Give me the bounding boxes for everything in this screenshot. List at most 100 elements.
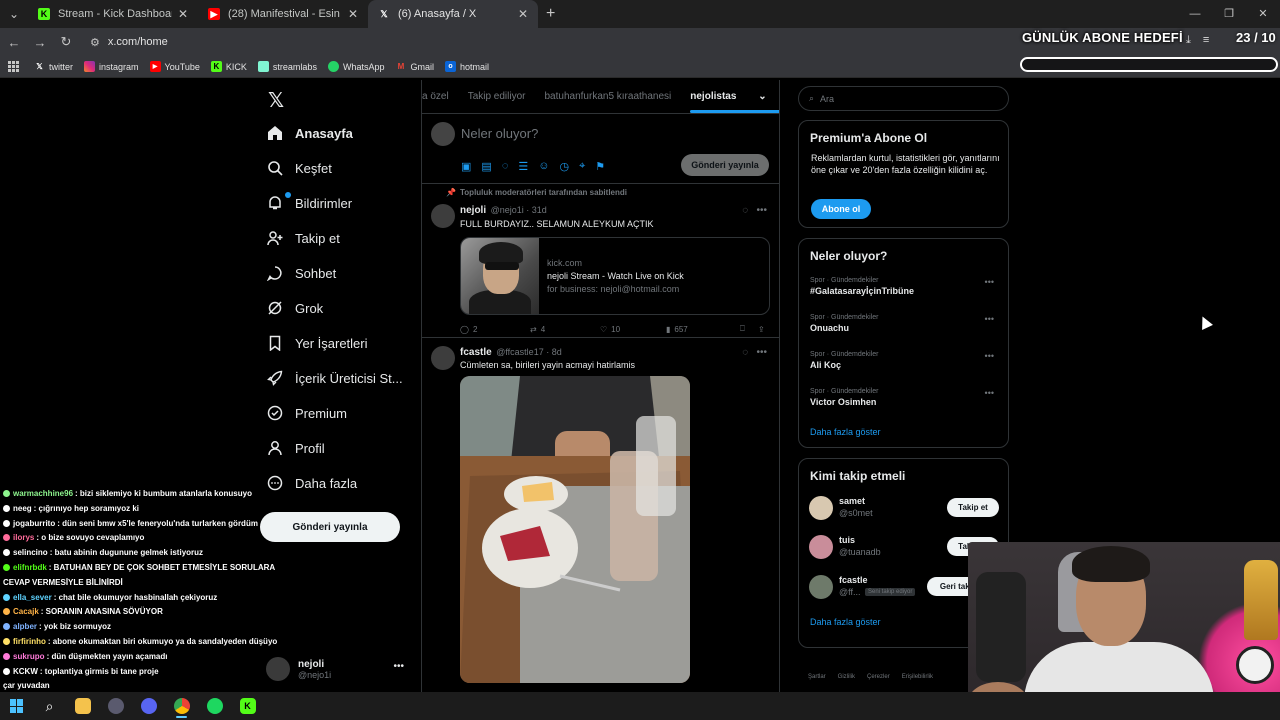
start-button[interactable] xyxy=(0,692,33,720)
tab-search-chevron-icon[interactable]: ⌄ xyxy=(0,0,28,28)
chat-username[interactable]: KCKW xyxy=(13,667,38,676)
tab-following[interactable]: Takip ediliyor xyxy=(468,91,526,102)
bookmark-twitter[interactable]: 𝕏twitter xyxy=(34,61,73,72)
flag-icon[interactable]: ⚑ xyxy=(595,160,605,173)
close-tab-icon[interactable]: ✕ xyxy=(178,7,188,21)
bookmark-hotmail[interactable]: o hotmail xyxy=(444,61,489,72)
location-icon[interactable]: ⌖ xyxy=(579,160,585,173)
address-bar[interactable]: ⚙ x.com/home xyxy=(84,31,984,53)
sidebar-item-notifications[interactable]: Bildirimler xyxy=(266,189,352,217)
chat-username[interactable]: Cacajk xyxy=(13,607,39,616)
taskbar-search[interactable]: ⌕ xyxy=(33,692,66,720)
composer-post-button[interactable]: Gönderi yayınla xyxy=(681,154,769,176)
close-window-icon[interactable]: ✕ xyxy=(1246,0,1280,28)
chat-username[interactable]: ella_sever xyxy=(13,593,52,602)
more-dots-icon[interactable]: ••• xyxy=(756,205,767,216)
bookmark-whatsapp[interactable]: WhatsApp xyxy=(327,61,384,72)
more-dots-icon[interactable]: ••• xyxy=(985,314,994,324)
bookmark-icon[interactable]: ⎕ xyxy=(740,324,758,334)
account-switcher[interactable]: nejoli @nejo1i ••• xyxy=(266,654,416,684)
site-info-icon[interactable]: ⚙ xyxy=(90,36,100,49)
more-dots-icon[interactable]: ••• xyxy=(985,388,994,398)
sidebar-item-home[interactable]: Anasayfa xyxy=(266,119,353,147)
tab-nejolistas[interactable]: nejolistas ⌄ xyxy=(690,91,779,113)
like-button[interactable]: ♡ 10 xyxy=(600,324,666,334)
post-button[interactable]: Gönderi yayınla xyxy=(260,512,400,542)
tweet[interactable]: fcastle @ffcastle17 · 8d ◌ ••• Cümleten … xyxy=(422,338,779,692)
tab-for-you[interactable]: a özel xyxy=(422,91,449,102)
more-dots-icon[interactable]: ••• xyxy=(756,347,767,358)
bookmark-streamlabs[interactable]: streamlabs xyxy=(257,61,317,72)
browser-tab-x[interactable]: 𝕏 (6) Anasayfa / X ✕ xyxy=(368,0,538,28)
follow-suggestion[interactable]: samet @s0met Takip et xyxy=(809,494,999,522)
reload-icon[interactable]: ↻ xyxy=(54,34,78,50)
tweet-pinned[interactable]: 📌 Topluluk moderatörleri tarafından sabi… xyxy=(422,184,779,338)
sidebar-item-chat[interactable]: Sohbet xyxy=(266,259,336,287)
tab-search-icon[interactable]: ≡ xyxy=(1203,34,1209,47)
taskbar-spotify[interactable] xyxy=(198,692,231,720)
download-icon[interactable]: ⤓ xyxy=(1186,34,1191,47)
sidebar-item-profile[interactable]: Profil xyxy=(266,434,325,462)
sidebar-item-grok[interactable]: Grok xyxy=(266,294,323,322)
bookmark-kick[interactable]: K KICK xyxy=(210,61,247,72)
views-button[interactable]: ▮ 657 xyxy=(666,324,740,334)
more-dots-icon[interactable]: ••• xyxy=(985,277,994,287)
browser-tab-kick[interactable]: K Stream - Kick Dashboard ✕ xyxy=(28,0,198,28)
sidebar-item-creator-studio[interactable]: İçerik Üreticisi St... xyxy=(266,364,403,392)
bookmark-instagram[interactable]: instagram xyxy=(84,61,139,72)
taskbar-discord[interactable] xyxy=(132,692,165,720)
chat-username[interactable]: firfirinho xyxy=(13,637,46,646)
tweet-photo[interactable] xyxy=(460,376,690,683)
schedule-icon[interactable]: ◷ xyxy=(559,160,569,173)
chat-username[interactable]: elifnrbdk xyxy=(13,563,47,572)
bookmark-gmail[interactable]: M Gmail xyxy=(395,61,434,72)
chat-username[interactable]: sukrupo xyxy=(13,652,45,661)
footer-link[interactable]: Gizlilik xyxy=(838,674,855,680)
sidebar-item-follow[interactable]: Takip et xyxy=(266,224,340,252)
trend-item[interactable]: Spor · Gündemdekiler Onuachu ••• xyxy=(810,314,1000,333)
reply-button[interactable]: ◯ 2 xyxy=(460,324,530,334)
chat-username[interactable]: warmachhine96 xyxy=(13,489,73,498)
sidebar-item-bookmarks[interactable]: Yer İşaretleri xyxy=(266,329,368,357)
forward-arrow-icon[interactable]: → xyxy=(28,35,52,50)
footer-link[interactable]: Şartlar xyxy=(808,674,826,680)
minimize-icon[interactable]: — xyxy=(1178,0,1212,28)
bookmark-youtube[interactable]: ▶ YouTube xyxy=(149,61,200,72)
grok-icon[interactable]: ◌ xyxy=(742,347,748,358)
more-dots-icon[interactable]: ••• xyxy=(985,351,994,361)
avatar[interactable] xyxy=(431,204,455,228)
browser-tab-youtube[interactable]: ▶ (28) Manifestival - Esin Bahat In ✕ xyxy=(198,0,368,28)
avatar[interactable] xyxy=(431,346,455,370)
grok-icon[interactable]: ◌ xyxy=(502,160,509,173)
repost-button[interactable]: ⇄ 4 xyxy=(530,324,600,334)
close-tab-icon[interactable]: ✕ xyxy=(348,7,358,21)
restore-icon[interactable]: ❐ xyxy=(1212,0,1246,28)
taskbar-chrome[interactable] xyxy=(165,692,198,720)
link-card[interactable]: kick.com nejoli Stream - Watch Live on K… xyxy=(460,237,770,315)
new-tab-plus-icon[interactable]: + xyxy=(546,5,555,23)
grok-icon[interactable]: ◌ xyxy=(742,205,748,216)
taskbar-file-explorer[interactable] xyxy=(66,692,99,720)
apps-grid-icon[interactable] xyxy=(8,60,20,73)
close-tab-icon[interactable]: ✕ xyxy=(518,7,528,21)
x-logo-icon[interactable]: 𝕏 xyxy=(268,88,284,112)
show-more-suggestions-link[interactable]: Daha fazla göster xyxy=(810,617,881,627)
gif-icon[interactable]: ▤ xyxy=(481,160,491,173)
footer-link[interactable]: Çerezler xyxy=(867,674,890,680)
chat-username[interactable]: neeg xyxy=(13,504,32,513)
footer-link[interactable]: Erişilebilirlik xyxy=(902,674,933,680)
tweet-author-name[interactable]: nejoli xyxy=(460,205,486,216)
image-icon[interactable]: ▣ xyxy=(461,160,471,173)
trend-item[interactable]: Spor · Gündemdekiler Victor Osimhen ••• xyxy=(810,388,1000,407)
show-more-trends-link[interactable]: Daha fazla göster xyxy=(810,427,881,437)
follow-button[interactable]: Takip et xyxy=(947,498,999,517)
taskbar-kick[interactable]: K xyxy=(231,692,264,720)
composer-input[interactable]: Neler oluyor? xyxy=(461,126,538,141)
trend-item[interactable]: Spor · Gündemdekiler #GalatasarayİçinTrib… xyxy=(810,277,1000,296)
sidebar-item-premium[interactable]: Premium xyxy=(266,399,347,427)
trend-item[interactable]: Spor · Gündemdekiler Ali Koç ••• xyxy=(810,351,1000,370)
search-input[interactable]: ⌕ Ara xyxy=(798,86,1009,111)
chat-username[interactable]: jogaburrito xyxy=(13,519,55,528)
chat-username[interactable]: selincino xyxy=(13,548,48,557)
emoji-icon[interactable]: ☺ xyxy=(538,160,549,173)
